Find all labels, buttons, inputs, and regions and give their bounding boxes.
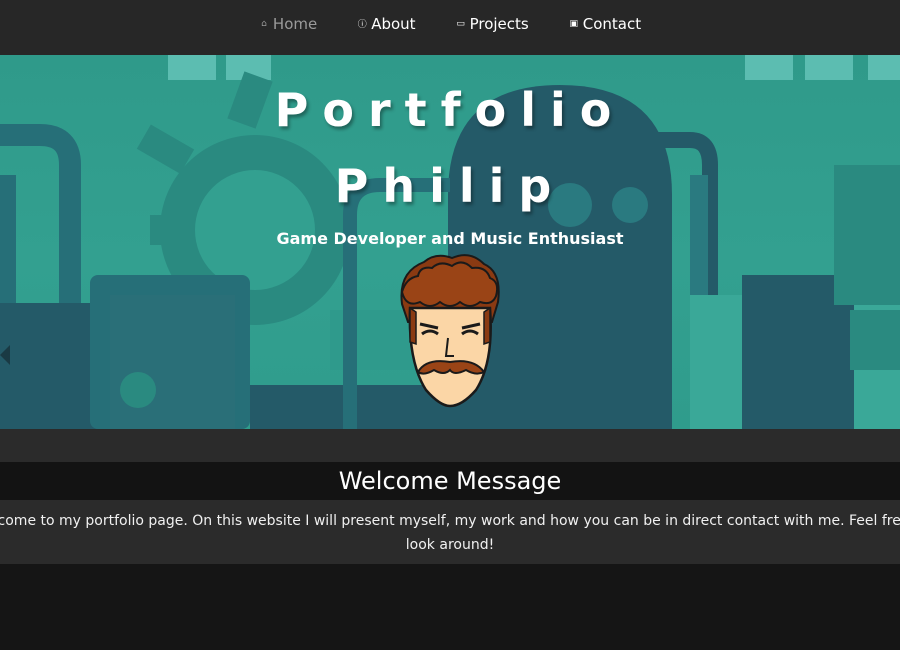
welcome-heading: Welcome Message xyxy=(0,462,900,500)
info-icon: ⓘ xyxy=(357,20,367,30)
nav-home-label: Home xyxy=(272,14,318,33)
nav-about-link[interactable]: ⓘ About xyxy=(357,14,416,33)
welcome-message-text: Welcome to my portfolio page. On this we… xyxy=(0,500,900,564)
hero-title-line1: Portfolio xyxy=(274,83,626,137)
hero-title-line2: Philip xyxy=(334,159,566,213)
nav-projects-link[interactable]: ▭ Projects xyxy=(456,14,529,33)
hero-subtitle: Game Developer and Music Enthusiast xyxy=(276,229,624,248)
section-divider xyxy=(0,429,900,462)
cartoon-avatar-icon xyxy=(400,254,500,408)
contact-card-icon: ▣ xyxy=(569,18,578,29)
nav-home-link[interactable]: ⌂ Home xyxy=(259,15,317,33)
folder-icon: ▭ xyxy=(456,18,465,29)
nav-contact-link[interactable]: ▣ Contact xyxy=(569,15,641,33)
nav-about-label: About xyxy=(371,14,416,33)
top-navigation: ⌂ Home ⓘ About ▭ Projects ▣ Contact xyxy=(0,0,900,55)
nav-projects-label: Projects xyxy=(469,14,529,33)
hero-banner: Portfolio Philip Game Developer and Musi… xyxy=(0,55,900,429)
nav-contact-label: Contact xyxy=(582,14,642,33)
home-icon: ⌂ xyxy=(261,18,267,29)
